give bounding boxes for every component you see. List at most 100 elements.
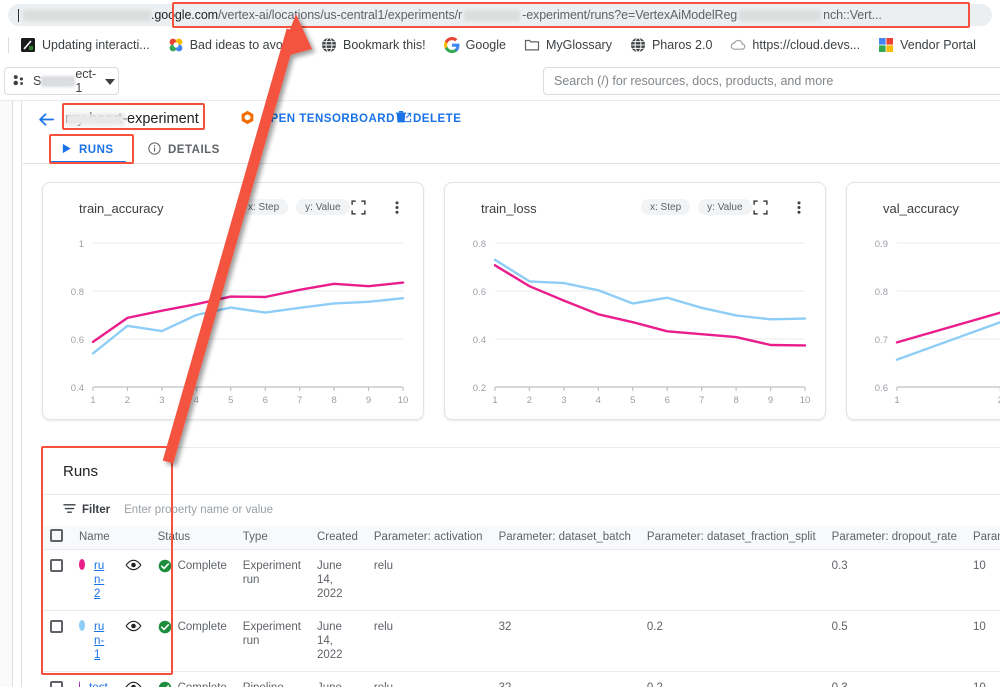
row-checkbox-cell[interactable] <box>42 610 71 671</box>
row-type-cell: Experiment run <box>235 610 309 671</box>
more-vert-icon[interactable] <box>388 198 406 216</box>
svg-text:9: 9 <box>768 395 773 406</box>
bookmark-pharos[interactable]: Pharos 2.0 <box>621 32 721 58</box>
more-vert-icon[interactable] <box>790 198 808 216</box>
run-color-dot <box>79 559 85 570</box>
bookmark-bad-ideas-to-avoid[interactable]: Bad ideas to avoid... <box>159 32 312 58</box>
open-tensorboard-button[interactable]: OPEN TENSORBOARD <box>240 110 412 128</box>
th-param-activation[interactable]: Parameter: activation <box>366 526 491 549</box>
select-all-checkbox[interactable] <box>50 529 63 542</box>
bookmark-vendor-portal[interactable]: Vendor Portal <box>869 32 985 58</box>
eye-icon[interactable] <box>125 559 142 571</box>
row-status-cell: Complete <box>150 671 235 687</box>
run-name-link[interactable]: run-1 <box>94 620 109 662</box>
th-type[interactable]: Type <box>235 526 309 549</box>
bookmark-bookmark-this[interactable]: Bookmark this! <box>312 32 435 58</box>
th-select-all[interactable] <box>42 526 71 549</box>
row-param-last: 10 <box>965 610 1000 671</box>
bookmark-updating-interacti[interactable]: Updating interacti... <box>11 32 159 58</box>
bookmark-myglossary[interactable]: MyGlossary <box>515 32 621 58</box>
filter-icon <box>63 503 76 517</box>
svg-text:10: 10 <box>800 395 811 406</box>
row-created-cell: June 14, 2022 <box>309 610 366 671</box>
browser-chrome: .google.com /vertex-ai/locations/us-cent… <box>0 0 1000 60</box>
svg-text:3: 3 <box>159 395 164 406</box>
chevron-down-icon[interactable] <box>105 72 115 90</box>
row-checkbox-cell[interactable] <box>42 671 71 687</box>
global-search-input[interactable]: Search (/) for resources, docs, products… <box>543 67 1000 95</box>
chart-card-train-loss: train_loss x: Step y: Value 0.20.40.60.8… <box>444 182 826 420</box>
chart-plot-area: 0.40.60.8112345678910 <box>43 235 425 417</box>
row-name-cell[interactable]: test-my-heart-experiment-pipeline-run <box>71 671 117 687</box>
th-param-dataset-fraction-split[interactable]: Parameter: dataset_fraction_split <box>639 526 824 549</box>
run-color-dot <box>79 620 85 631</box>
th-status[interactable]: Status <box>150 526 235 549</box>
svg-text:0.6: 0.6 <box>875 383 888 394</box>
left-rail-outer <box>0 101 13 687</box>
chip-x-axis[interactable]: x: Step <box>641 199 690 215</box>
url-redaction-3 <box>739 10 821 21</box>
svg-text:0.8: 0.8 <box>71 287 84 298</box>
left-rail-inner <box>14 101 22 687</box>
fullscreen-icon[interactable] <box>349 198 367 216</box>
filter-button[interactable]: Filter <box>63 503 110 517</box>
chip-x-axis[interactable]: x: Step <box>239 199 288 215</box>
bookmark-cloud-devs[interactable]: https://cloud.devs... <box>721 32 869 58</box>
filter-label: Filter <box>82 504 110 516</box>
project-name: Sect-1 <box>33 67 100 95</box>
bookmarks-bar: Updating interacti... Bad ideas to avoid… <box>0 30 1000 60</box>
tab-label: RUNS <box>79 144 114 156</box>
chart-card-train-accuracy: train_accuracy x: Step y: Value 0.40.60.… <box>42 182 424 420</box>
tab-runs[interactable]: RUNS <box>61 136 114 163</box>
address-bar[interactable]: .google.com /vertex-ai/locations/us-cent… <box>8 4 992 26</box>
tensorboard-icon <box>240 110 255 128</box>
filter-input[interactable]: Enter property name or value <box>124 504 273 516</box>
row-visibility-cell[interactable] <box>117 671 150 687</box>
th-created[interactable]: Created <box>309 526 366 549</box>
run-name-link[interactable]: test-my-heart-experiment-pipeline-run <box>89 681 108 687</box>
url-path-1: /vertex-ai/locations/us-central1/experim… <box>218 8 462 22</box>
row-name-cell[interactable]: run-1 <box>71 610 117 671</box>
svg-text:0.9: 0.9 <box>875 239 888 250</box>
project-picker[interactable]: Sect-1 <box>4 67 119 95</box>
svg-text:0.6: 0.6 <box>473 287 486 298</box>
table-row[interactable]: run-1 <box>42 610 1000 671</box>
table-row[interactable]: test-my-heart-experiment-pipeline-run <box>42 671 1000 687</box>
row-visibility-cell[interactable] <box>117 610 150 671</box>
bookmark-label: Updating interacti... <box>42 38 150 52</box>
back-button[interactable] <box>35 108 57 130</box>
eye-icon[interactable] <box>125 681 142 687</box>
row-visibility-cell[interactable] <box>117 549 150 610</box>
delete-button[interactable]: DELETE <box>395 110 461 127</box>
svg-text:1: 1 <box>894 395 899 406</box>
th-param-last[interactable]: Param <box>965 526 1000 549</box>
fullscreen-icon[interactable] <box>751 198 769 216</box>
chart-plot-area: 0.20.40.60.812345678910 <box>445 235 827 417</box>
runs-section-title: Runs <box>63 463 98 480</box>
page-header: my-heart-experiment OPEN TENSORBOARD DEL… <box>23 101 1000 136</box>
row-checkbox-cell[interactable] <box>42 549 71 610</box>
bookmark-google[interactable]: Google <box>435 32 515 58</box>
chart-title: val_accuracy <box>883 201 959 216</box>
chip-y-axis[interactable]: y: Value <box>296 199 349 215</box>
project-dots-icon <box>12 73 28 89</box>
row-name-cell[interactable]: run-2 <box>71 549 117 610</box>
status-label: Complete <box>178 681 227 687</box>
globe-icon <box>630 37 646 53</box>
th-param-dataset-batch[interactable]: Parameter: dataset_batch <box>491 526 639 549</box>
search-placeholder: Search (/) for resources, docs, products… <box>554 74 833 88</box>
row-checkbox[interactable] <box>50 559 63 572</box>
bookmark-label: Vendor Portal <box>900 38 976 52</box>
row-param-dropout-rate: 0.5 <box>824 610 965 671</box>
row-checkbox[interactable] <box>50 620 63 633</box>
chip-y-axis[interactable]: y: Value <box>698 199 751 215</box>
run-name-link[interactable]: run-2 <box>94 559 109 601</box>
th-param-dropout-rate[interactable]: Parameter: dropout_rate <box>824 526 965 549</box>
tab-details[interactable]: DETAILS <box>148 136 220 163</box>
eye-icon[interactable] <box>125 620 142 632</box>
row-checkbox[interactable] <box>50 681 63 687</box>
row-param-dataset-batch: 32 <box>491 610 639 671</box>
table-row[interactable]: run-2 <box>42 549 1000 610</box>
th-name[interactable]: Name <box>71 526 150 549</box>
svg-text:3: 3 <box>561 395 566 406</box>
